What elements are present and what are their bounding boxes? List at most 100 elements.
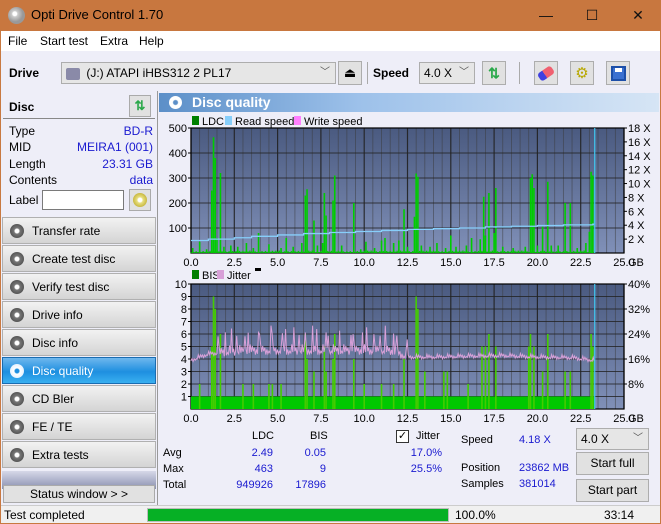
y2-tick-label: 32% — [628, 304, 650, 316]
field-value: data — [129, 173, 153, 187]
y-tick-label: 9 — [181, 292, 187, 304]
nav-label: Verify test disc — [32, 280, 110, 294]
y2-tick-label: 6 X — [628, 206, 645, 218]
y2-tick-label: 18 X — [628, 123, 651, 135]
label-input[interactable] — [42, 190, 124, 210]
y-tick-label: 200 — [169, 198, 187, 210]
disc-info-icon — [10, 336, 24, 350]
save-button[interactable] — [606, 61, 630, 85]
toolbar-separator — [519, 62, 520, 84]
progress-text: 100.0% — [455, 508, 496, 522]
close-button[interactable]: ✕ — [615, 0, 661, 31]
x-tick-label: 10.0 — [353, 413, 374, 425]
samples-value: 381014 — [519, 478, 556, 490]
menu-file[interactable]: File — [8, 34, 27, 48]
refresh-button[interactable]: ⇅ — [482, 61, 506, 85]
y2-tick-label: 8 X — [628, 192, 645, 204]
status-text: Test completed — [4, 508, 85, 522]
chevron-down-icon: ﹀ — [633, 433, 643, 444]
maximize-button[interactable]: ☐ — [569, 0, 615, 31]
nav-create-test-disc[interactable]: Create test disc — [2, 245, 156, 272]
disc-quality-icon — [169, 96, 182, 109]
x-tick-label: 15.0 — [440, 413, 461, 425]
legend-read-speed: Read speed — [235, 116, 294, 128]
x-axis-label: GB — [628, 257, 644, 269]
test-speed-select[interactable]: 4.0 X ﹀ — [576, 428, 649, 450]
nav-label: CD Bler — [32, 392, 75, 406]
status-window-button[interactable]: Status window > > — [3, 485, 155, 503]
x-tick-label: 20.0 — [527, 257, 548, 269]
stats-total-bis: 17896 — [295, 479, 326, 491]
y2-tick-label: 16% — [628, 354, 650, 366]
menu-start-test[interactable]: Start test — [40, 34, 88, 48]
y-tick-label: 300 — [169, 173, 187, 185]
menu-help[interactable]: Help — [139, 34, 164, 48]
fe-te-icon — [10, 420, 24, 434]
legend-swatch-ldc — [192, 116, 199, 125]
nav-verify-test-disc[interactable]: Verify test disc — [2, 273, 156, 300]
label-button[interactable] — [129, 189, 151, 211]
field-value: BD-R — [123, 124, 153, 138]
start-full-button[interactable]: Start full — [576, 452, 649, 475]
disc-refresh-button[interactable]: ⇅ — [129, 95, 151, 117]
disc-quality-charts: LDC Read speed Write speed 100 200 300 400 5… — [169, 116, 651, 425]
erase-button[interactable] — [534, 61, 558, 85]
legend-ldc: LDC — [202, 116, 224, 128]
field-key: Contents — [9, 173, 58, 187]
left-panel: Disc ⇅ Type BD-R MID MEIRA1 (001) Length… — [1, 91, 157, 505]
nav-drive-info[interactable]: Drive info — [2, 301, 156, 328]
status-bar: Test completed 100.0% 33:14 — [1, 505, 660, 523]
label-key: Label — [9, 193, 39, 207]
jitter-label: Jitter — [416, 430, 440, 442]
eraser-icon — [536, 64, 556, 82]
transfer-rate-icon — [10, 224, 24, 238]
nav-transfer-rate[interactable]: Transfer rate — [2, 217, 156, 244]
y-tick-label: 500 — [169, 123, 187, 135]
refresh-arrows-icon: ⇅ — [134, 98, 146, 113]
nav-cd-bler[interactable]: CD Bler — [2, 385, 156, 412]
window-title: Opti Drive Control 1.70 — [31, 7, 164, 22]
menu-extra[interactable]: Extra — [100, 34, 128, 48]
field-key: MID — [9, 140, 31, 154]
cd-bler-icon — [10, 392, 24, 406]
position-value: 23862 MB — [519, 462, 570, 474]
nav-extra-tests[interactable]: Extra tests — [2, 441, 156, 468]
nav-disc-info[interactable]: Disc info — [2, 329, 156, 356]
y2-tick-label: 8% — [628, 379, 644, 391]
speed-select[interactable]: 4.0 X ﹀ — [419, 62, 475, 84]
progress-fill — [148, 509, 448, 521]
eject-button[interactable]: ⏏ — [338, 61, 362, 85]
disc-contents-row: Contents data — [9, 173, 153, 189]
nav-disc-quality[interactable]: Disc quality — [2, 357, 156, 384]
toolbar: Drive (J:) ATAPI iHBS312 2 PL17 ﹀ ⏏ Spee… — [1, 51, 660, 91]
chevron-down-icon: ﹀ — [459, 67, 469, 78]
minimize-button[interactable]: — — [523, 0, 569, 31]
menu-bar: File Start test Extra Help — [1, 31, 660, 51]
y2-tick-label: 24% — [628, 329, 650, 341]
x-tick-label: 12.5 — [397, 257, 418, 269]
start-part-button[interactable]: Start part — [576, 479, 649, 502]
y-tick-label: 2 — [181, 379, 187, 391]
settings-button[interactable]: ⚙ — [570, 61, 594, 85]
jitter-checkbox[interactable]: ✓ — [396, 430, 409, 443]
nav-label: Create test disc — [32, 252, 116, 266]
y-tick-label: 3 — [181, 367, 187, 379]
y-tick-label: 7 — [181, 317, 187, 329]
y-tick-label: 5 — [181, 342, 187, 354]
drive-select[interactable]: (J:) ATAPI iHBS312 2 PL17 ﹀ — [61, 62, 336, 84]
stats-avg-bis: 0.05 — [304, 447, 326, 459]
legend-jitter: Jitter — [227, 270, 251, 282]
chevron-down-icon: ﹀ — [320, 67, 330, 78]
legend-swatch-write-speed — [294, 116, 301, 125]
y2-tick-label: 14 X — [628, 151, 651, 163]
drive-label: Drive — [9, 66, 40, 80]
samples-label: Samples — [461, 478, 504, 490]
field-value: 23.31 GB — [102, 157, 153, 171]
y2-tick-label: 4 X — [628, 220, 645, 232]
y-tick-label: 10 — [175, 279, 187, 291]
drive-icon — [66, 67, 80, 80]
speed-value: 4.0 X — [424, 66, 453, 80]
nav-fe-te[interactable]: FE / TE — [2, 413, 156, 440]
y2-tick-label: 16 X — [628, 137, 651, 149]
field-key: Length — [9, 157, 46, 171]
